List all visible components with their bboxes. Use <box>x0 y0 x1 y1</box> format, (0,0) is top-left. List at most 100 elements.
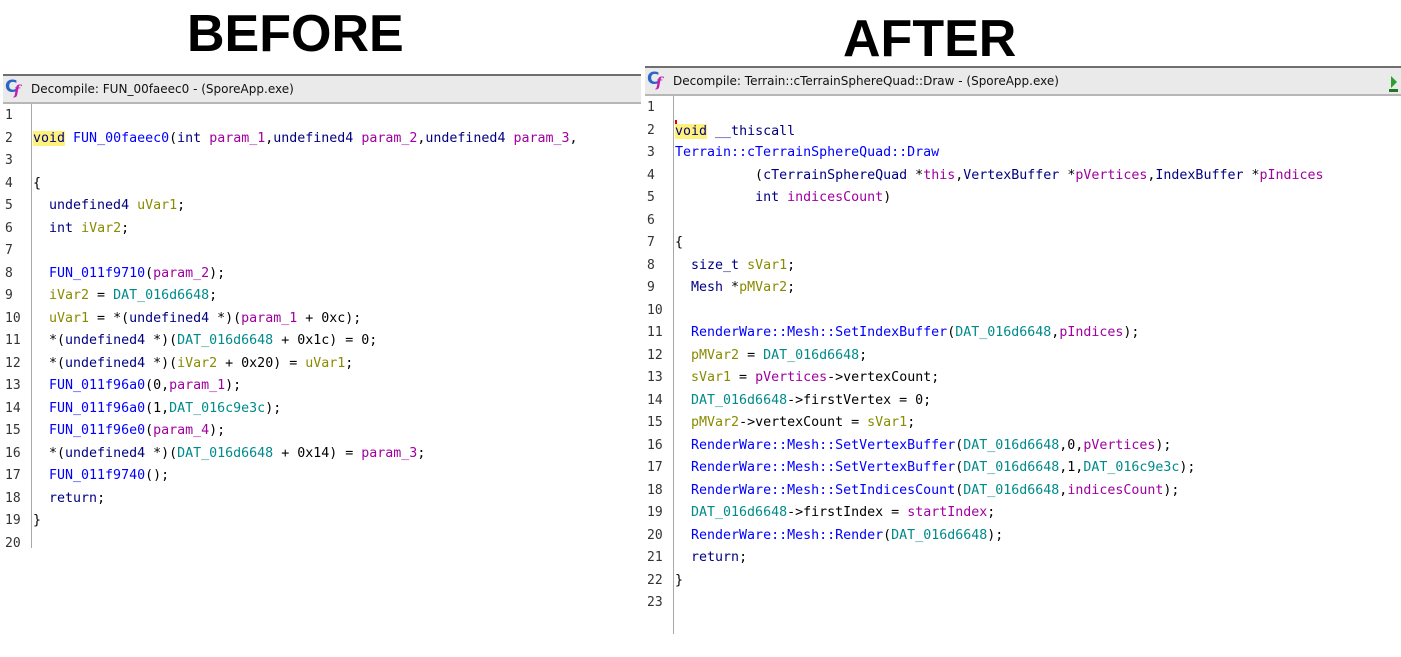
code-line[interactable]: 17 RenderWare::Mesh::SetVertexBuffer(DAT… <box>645 457 1401 480</box>
code-token[interactable]: uVar1 <box>305 356 345 371</box>
code-line[interactable]: 15 pMVar2->vertexCount = sVar1; <box>645 412 1401 435</box>
code-token[interactable]: FUN_011f96e0 <box>49 423 145 438</box>
decompile-titlebar[interactable]: Cf Decompile: FUN_00faeec0 - (SporeApp.e… <box>3 74 641 104</box>
code-token[interactable]: DAT_016d6648 <box>763 348 859 363</box>
code-token[interactable]: sVar1 <box>747 258 787 273</box>
code-line[interactable]: 18 RenderWare::Mesh::SetIndicesCount(DAT… <box>645 480 1401 503</box>
code-token[interactable]: int <box>755 190 779 205</box>
code-line[interactable]: 9 iVar2 = DAT_016d6648; <box>3 285 641 308</box>
code-token[interactable]: int <box>177 131 201 146</box>
code-token[interactable]: uVar1 <box>137 198 177 213</box>
code-token[interactable]: DAT_016c9e3c <box>169 401 265 416</box>
code-line[interactable]: 23 <box>645 592 1401 615</box>
code-token[interactable]: DAT_016d6648 <box>891 528 987 543</box>
code-token[interactable]: param_1 <box>209 131 265 146</box>
code-line[interactable]: 11 *(undefined4 *)(DAT_016d6648 + 0x1c) … <box>3 330 641 353</box>
code-line[interactable]: 7{ <box>645 232 1401 255</box>
code-line[interactable]: 9 Mesh *pMVar2; <box>645 277 1401 300</box>
code-line[interactable]: 6 <box>645 210 1401 233</box>
code-line[interactable]: 18 return; <box>3 488 641 511</box>
code-token[interactable]: sVar1 <box>867 415 907 430</box>
code-line[interactable]: 3 Terrain::cTerrainSphereQuad::Draw <box>645 142 1401 165</box>
code-token[interactable]: DAT_016c9e3c <box>1083 460 1179 475</box>
code-token[interactable]: void <box>675 123 708 139</box>
code-token[interactable]: pMVar2 <box>691 415 739 430</box>
code-token[interactable]: DAT_016d6648 <box>963 460 1059 475</box>
code-token[interactable]: pIndices <box>1059 325 1123 340</box>
code-token[interactable]: iVar2 <box>81 221 121 236</box>
code-token[interactable]: this <box>923 168 955 183</box>
code-token[interactable]: param_4 <box>153 423 209 438</box>
code-line[interactable]: 13 FUN_011f96a0(0,param_1); <box>3 375 641 398</box>
refresh-icon[interactable] <box>1389 72 1399 94</box>
code-token[interactable]: int <box>49 221 73 236</box>
code-line[interactable]: 5 undefined4 uVar1; <box>3 195 641 218</box>
code-token[interactable]: pVertices <box>1083 438 1155 453</box>
code-token[interactable]: DAT_016d6648 <box>177 446 273 461</box>
code-token[interactable]: param_2 <box>153 266 209 281</box>
code-token[interactable]: DAT_016d6648 <box>691 505 787 520</box>
code-token[interactable]: FUN_011f9710 <box>49 266 145 281</box>
code-line[interactable]: 22} <box>645 570 1401 593</box>
code-token[interactable]: IndexBuffer <box>1155 168 1243 183</box>
code-line[interactable]: 12 pMVar2 = DAT_016d6648; <box>645 345 1401 368</box>
code-token[interactable]: pVertices <box>1075 168 1147 183</box>
code-token[interactable]: DAT_016d6648 <box>691 393 787 408</box>
code-token[interactable]: FUN_00faeec0 <box>73 131 169 146</box>
code-token[interactable]: DAT_016d6648 <box>963 438 1059 453</box>
code-line[interactable]: 16 RenderWare::Mesh::SetVertexBuffer(DAT… <box>645 435 1401 458</box>
code-token[interactable]: param_2 <box>361 131 417 146</box>
code-token[interactable]: pMVar2 <box>739 280 787 295</box>
code-token[interactable]: param_1 <box>169 378 225 393</box>
code-token[interactable]: DAT_016d6648 <box>955 325 1051 340</box>
code-token[interactable]: param_3 <box>513 131 569 146</box>
code-listing[interactable]: 1 2 void __thiscall 3 Terrain::cTerrainSpher… <box>645 96 1401 634</box>
code-token[interactable]: undefined4 <box>65 333 145 348</box>
code-token[interactable]: pMVar2 <box>691 348 739 363</box>
code-token[interactable]: Terrain::cTerrainSphereQuad::Draw <box>675 145 939 160</box>
code-token[interactable]: FUN_011f96a0 <box>49 378 145 393</box>
code-token[interactable]: indicesCount <box>787 190 883 205</box>
code-line[interactable]: 6 int iVar2; <box>3 218 641 241</box>
code-token[interactable]: iVar2 <box>177 356 217 371</box>
code-line[interactable]: 17 FUN_011f9740(); <box>3 465 641 488</box>
code-line[interactable]: 20 <box>3 533 641 549</box>
code-token[interactable]: RenderWare::Mesh::SetVertexBuffer <box>691 438 955 453</box>
code-line[interactable]: 7 <box>3 240 641 263</box>
code-token[interactable]: undefined4 <box>273 131 353 146</box>
code-token[interactable]: void <box>33 130 66 146</box>
code-line[interactable]: 13 sVar1 = pVertices->vertexCount; <box>645 367 1401 390</box>
code-token[interactable]: pIndices <box>1259 168 1323 183</box>
code-token[interactable]: pVertices <box>755 370 827 385</box>
decompile-titlebar[interactable]: Cf Decompile: Terrain::cTerrainSphereQua… <box>645 66 1401 96</box>
code-token[interactable]: RenderWare::Mesh::SetIndicesCount <box>691 483 955 498</box>
code-token[interactable]: RenderWare::Mesh::SetVertexBuffer <box>691 460 955 475</box>
code-line[interactable]: 19} <box>3 510 641 533</box>
code-line[interactable]: 10 uVar1 = *(undefined4 *)(param_1 + 0xc… <box>3 308 641 331</box>
code-token[interactable]: DAT_016d6648 <box>963 483 1059 498</box>
code-line[interactable]: 3 <box>3 150 641 173</box>
code-line[interactable]: 10 <box>645 300 1401 323</box>
code-token[interactable]: param_1 <box>241 311 297 326</box>
code-line[interactable]: 4 (cTerrainSphereQuad *this,VertexBuffer… <box>645 165 1401 188</box>
code-line[interactable]: 12 *(undefined4 *)(iVar2 + 0x20) = uVar1… <box>3 353 641 376</box>
code-token[interactable]: DAT_016d6648 <box>113 288 209 303</box>
code-line[interactable]: 2 void FUN_00faeec0(int param_1, undefined… <box>3 128 641 151</box>
code-token[interactable]: iVar2 <box>49 288 89 303</box>
code-token[interactable]: uVar1 <box>49 311 89 326</box>
code-line[interactable]: 5 int indicesCount) <box>645 187 1401 210</box>
code-line[interactable]: 21 return; <box>645 547 1401 570</box>
code-token[interactable]: startIndex <box>907 505 987 520</box>
code-token[interactable]: FUN_011f9740 <box>49 468 145 483</box>
decompile-panel-before[interactable]: Cf Decompile: FUN_00faeec0 - (SporeApp.e… <box>3 74 641 550</box>
code-token[interactable]: undefined4 <box>425 131 505 146</box>
code-token[interactable]: RenderWare::Mesh::SetIndexBuffer <box>691 325 947 340</box>
code-line[interactable]: 19 DAT_016d6648->firstIndex = startIndex… <box>645 502 1401 525</box>
code-line[interactable]: 1 <box>645 97 1401 120</box>
code-token[interactable]: size_t <box>691 258 739 273</box>
code-token[interactable]: cTerrainSphereQuad <box>763 168 907 183</box>
code-token[interactable]: FUN_011f96a0 <box>49 401 145 416</box>
decompile-panel-after[interactable]: Cf Decompile: Terrain::cTerrainSphereQua… <box>645 66 1401 636</box>
code-token[interactable]: RenderWare::Mesh::Render <box>691 528 883 543</box>
code-token[interactable]: sVar1 <box>691 370 731 385</box>
